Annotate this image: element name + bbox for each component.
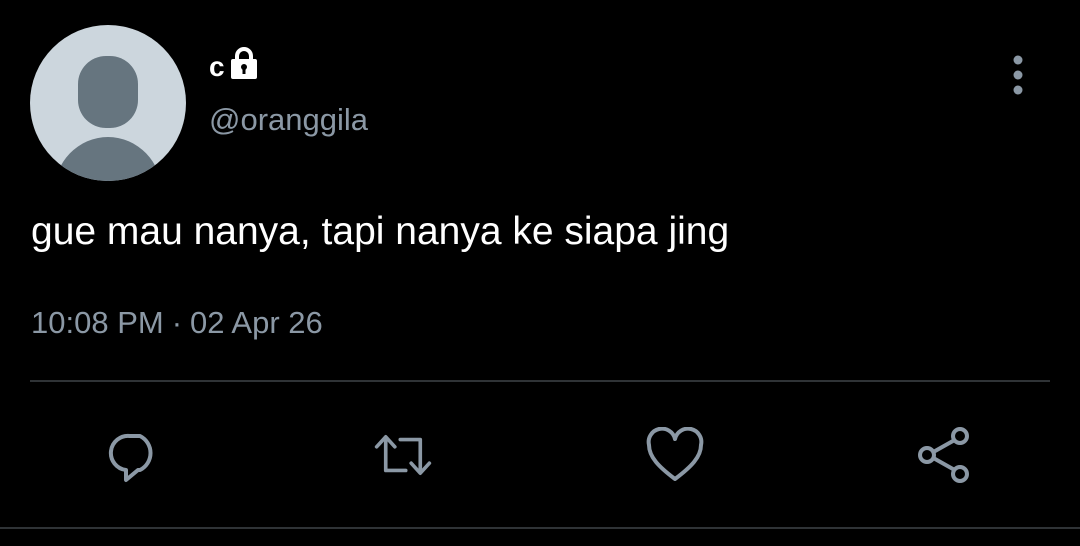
- default-avatar-icon: [55, 56, 161, 181]
- display-name[interactable]: c: [209, 53, 225, 81]
- reply-icon: [108, 433, 153, 482]
- tweet-meta: 10:08 PM · 02 Apr 26: [31, 301, 323, 345]
- author-handle[interactable]: @oranggila: [209, 100, 368, 140]
- share-button[interactable]: [914, 425, 974, 485]
- share-icon: [918, 427, 969, 483]
- tweet-text: gue mau nanya, tapi nanya ke siapa jing: [31, 210, 730, 253]
- tweet-date[interactable]: 02 Apr 26: [190, 305, 323, 340]
- retweet-icon: [374, 435, 432, 475]
- avatar[interactable]: [30, 25, 186, 181]
- divider: [30, 380, 1050, 382]
- more-vertical-icon[interactable]: [1004, 54, 1032, 96]
- reply-button[interactable]: [105, 425, 165, 485]
- like-button[interactable]: [645, 425, 705, 485]
- heart-icon: [646, 427, 704, 481]
- tweet-time[interactable]: 10:08 PM: [31, 305, 164, 340]
- lock-icon: [230, 47, 257, 79]
- bottom-divider: [0, 527, 1080, 529]
- meta-separator: ·: [171, 305, 183, 340]
- author-name-row[interactable]: c: [209, 38, 258, 88]
- retweet-button[interactable]: [373, 425, 433, 485]
